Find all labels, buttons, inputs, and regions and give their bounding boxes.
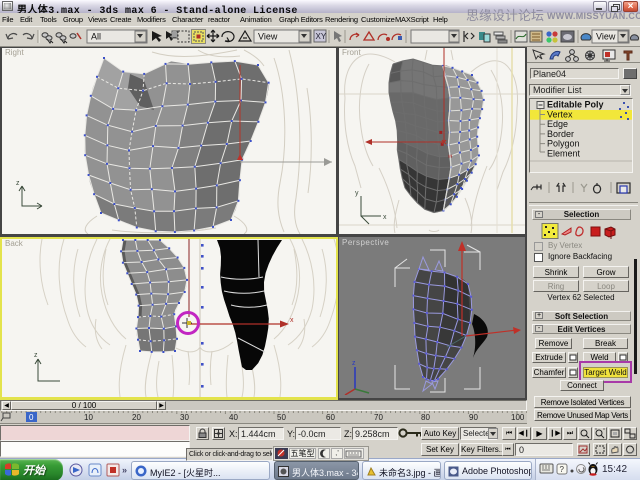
svg-text:Edge: Edge (547, 119, 568, 129)
svg-text:20: 20 (132, 413, 141, 422)
svg-text:0: 0 (29, 413, 34, 422)
svg-text:Element: Element (547, 148, 581, 158)
svg-text:100: 100 (511, 413, 525, 422)
svg-text:Vertex: Vertex (547, 110, 573, 120)
svg-text:90: 90 (469, 413, 478, 422)
svg-text:70: 70 (374, 413, 383, 422)
svg-text:x: x (290, 317, 294, 324)
svg-text:?: ? (560, 465, 565, 474)
svg-text:z: z (34, 352, 38, 359)
svg-text:XY: XY (316, 32, 327, 41)
svg-text:Polygon: Polygon (547, 139, 580, 149)
svg-text:50: 50 (277, 413, 286, 422)
svg-text:x: x (383, 214, 387, 221)
svg-text:Editable Poly: Editable Poly (547, 100, 604, 110)
svg-text:80: 80 (421, 413, 430, 422)
svg-text:40: 40 (229, 413, 238, 422)
svg-text:30: 30 (180, 413, 189, 422)
svg-text:10: 10 (84, 413, 93, 422)
svg-text:y: y (355, 190, 359, 197)
svg-text:60: 60 (326, 413, 335, 422)
svg-text:View: View (596, 32, 616, 42)
svg-text:View: View (258, 32, 278, 42)
svg-text:Border: Border (547, 129, 574, 139)
svg-text:z: z (352, 360, 356, 367)
svg-text:All: All (91, 32, 101, 42)
svg-text:z: z (16, 180, 20, 187)
